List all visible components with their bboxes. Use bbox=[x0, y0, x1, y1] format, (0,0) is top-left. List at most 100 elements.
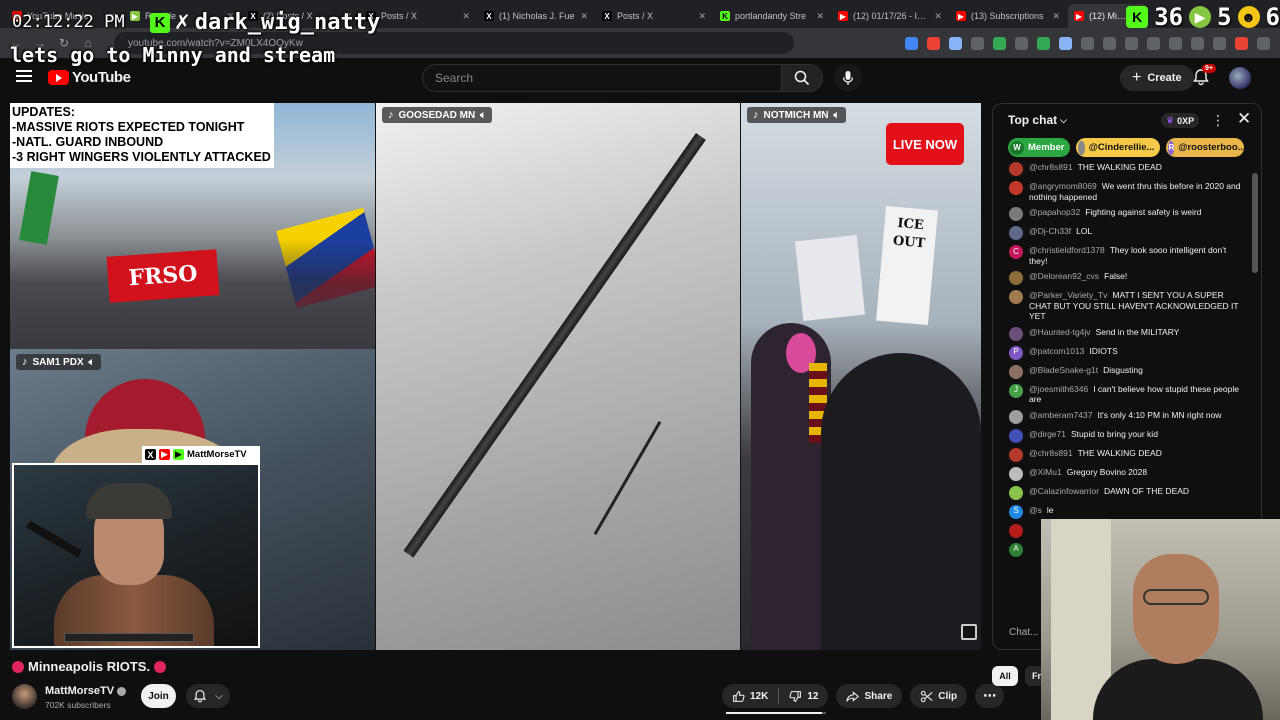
kebab-menu-icon[interactable] bbox=[1257, 36, 1270, 50]
extension-icon[interactable] bbox=[1169, 36, 1182, 50]
chat-username[interactable]: @Dj-Ch33f bbox=[1029, 226, 1071, 236]
chip-all[interactable]: All bbox=[992, 666, 1018, 686]
chat-avatar[interactable] bbox=[1009, 409, 1023, 424]
chat-message[interactable]: @Haunted-tg4jv Send in the MILITARY bbox=[993, 326, 1251, 341]
search-input[interactable] bbox=[435, 71, 781, 85]
chat-message[interactable]: @amberam7437 It's only 4:10 PM in MN righ… bbox=[993, 409, 1251, 424]
extension-icon[interactable] bbox=[949, 36, 962, 50]
chat-avatar[interactable] bbox=[1009, 271, 1023, 285]
chat-username[interactable]: @dirge71 bbox=[1029, 429, 1066, 439]
voice-search-button[interactable] bbox=[834, 64, 862, 92]
chat-username[interactable]: @Haunted-tg4jv bbox=[1029, 327, 1091, 337]
chat-avatar[interactable]: P bbox=[1009, 345, 1023, 360]
notifications-button[interactable]: 9+ bbox=[1192, 64, 1216, 88]
profile-icon[interactable] bbox=[1235, 36, 1248, 50]
search-button[interactable] bbox=[781, 64, 823, 92]
chat-avatar[interactable] bbox=[1009, 181, 1023, 195]
share-button[interactable]: Share bbox=[836, 684, 903, 708]
youtube-logo[interactable]: YouTube bbox=[48, 69, 131, 86]
like-button[interactable]: 12K bbox=[722, 690, 778, 703]
search-box[interactable] bbox=[422, 64, 782, 92]
browser-tab[interactable]: X Posts / X ✕ bbox=[596, 4, 712, 28]
fullscreen-icon[interactable] bbox=[961, 624, 977, 640]
browser-tab[interactable]: ▶ (13) Subscriptions ✕ bbox=[950, 4, 1066, 28]
close-tab-icon[interactable]: ✕ bbox=[580, 11, 588, 22]
chat-username[interactable]: @chr8s891 bbox=[1029, 448, 1073, 458]
chat-username[interactable]: @Calazinfowarrior bbox=[1029, 486, 1099, 496]
chat-avatar[interactable]: A bbox=[1009, 542, 1023, 557]
chat-avatar[interactable] bbox=[1009, 290, 1023, 304]
chat-message[interactable]: C @christieldford1378 They look sooo intel… bbox=[993, 245, 1251, 266]
chat-message[interactable]: @dirge71 Stupid to bring your kid bbox=[993, 428, 1251, 443]
channel-avatar[interactable] bbox=[12, 684, 37, 709]
more-actions-icon[interactable]: ⋯ bbox=[975, 684, 1005, 708]
chat-avatar[interactable]: C bbox=[1009, 245, 1023, 259]
chat-message[interactable]: @Delorean92_cvs False! bbox=[993, 271, 1251, 285]
extension-icon[interactable] bbox=[1213, 36, 1226, 50]
subscription-bell-button[interactable]: ⌵ bbox=[186, 684, 230, 708]
hamburger-menu-icon[interactable] bbox=[16, 70, 32, 82]
close-tab-icon[interactable]: ✕ bbox=[816, 11, 824, 22]
chat-message[interactable]: @Parker_Variety_Tv MATT I SENT YOU A SUPE… bbox=[993, 290, 1251, 322]
extension-icon[interactable] bbox=[993, 36, 1006, 50]
channel-name[interactable]: MattMorseTV bbox=[45, 685, 127, 697]
xp-badge[interactable]: ♛ 0XP bbox=[1161, 113, 1200, 128]
create-button[interactable]: + Create bbox=[1120, 65, 1194, 91]
chat-message[interactable]: @BladeSnake-g1t Disgusting bbox=[993, 364, 1251, 379]
chat-username[interactable]: @joesmith6346 bbox=[1029, 384, 1088, 394]
extension-icon[interactable] bbox=[1103, 36, 1116, 50]
chat-avatar[interactable] bbox=[1009, 226, 1023, 240]
chat-avatar[interactable] bbox=[1009, 162, 1023, 176]
dislike-button[interactable]: 12 bbox=[779, 690, 828, 703]
chat-message[interactable]: @angrymom8069 We went thru this before in… bbox=[993, 181, 1251, 202]
chat-avatar[interactable]: S bbox=[1009, 504, 1023, 519]
browser-tab[interactable]: ▶ (12) 01/17/26 - ICE ✕ bbox=[832, 4, 948, 28]
chat-more-icon[interactable]: ⋮ bbox=[1211, 112, 1225, 129]
chat-username[interactable]: @chr8s891 bbox=[1029, 162, 1073, 172]
close-chat-icon[interactable]: ✕ bbox=[1237, 109, 1251, 129]
chat-message[interactable]: @papahop32 Fighting against safety is wei… bbox=[993, 207, 1251, 221]
member-pill[interactable]: W Member bbox=[1008, 138, 1071, 157]
extension-icon[interactable] bbox=[1125, 36, 1138, 50]
chat-avatar[interactable] bbox=[1009, 447, 1023, 462]
chat-username[interactable]: @s bbox=[1029, 505, 1042, 515]
close-tab-icon[interactable]: ✕ bbox=[698, 11, 706, 22]
join-button[interactable]: Join bbox=[141, 684, 176, 708]
extension-icon[interactable] bbox=[1191, 36, 1204, 50]
close-tab-icon[interactable]: ✕ bbox=[462, 11, 470, 22]
chat-avatar[interactable] bbox=[1009, 207, 1023, 221]
chat-message[interactable]: @chr8s891 THE WALKING DEAD bbox=[993, 162, 1251, 176]
chat-avatar[interactable] bbox=[1009, 364, 1023, 379]
chat-avatar[interactable] bbox=[1009, 485, 1023, 500]
video-player[interactable]: FRSO UPDATES: -MASSIVE RIOTS EXPECTED TO… bbox=[10, 103, 981, 650]
chat-username[interactable]: @christieldford1378 bbox=[1029, 245, 1105, 255]
chat-avatar[interactable] bbox=[1009, 523, 1023, 538]
chat-username[interactable]: @BladeSnake-g1t bbox=[1029, 365, 1098, 375]
extension-icon[interactable] bbox=[1081, 36, 1094, 50]
extension-icon[interactable] bbox=[1147, 36, 1160, 50]
extension-icon[interactable] bbox=[1037, 36, 1050, 50]
chat-username[interactable]: @Delorean92_cvs bbox=[1029, 271, 1099, 281]
extension-icon[interactable] bbox=[1059, 36, 1072, 50]
chat-username[interactable]: @XiMu1 bbox=[1029, 467, 1062, 477]
chat-message[interactable]: P @patcom1013 IDIOTS bbox=[993, 345, 1251, 360]
browser-tab[interactable]: X (1) Nicholas J. Fue ✕ bbox=[478, 4, 594, 28]
chat-message[interactable]: J @joesmith6346 I can't believe how stupid… bbox=[993, 383, 1251, 405]
chat-avatar[interactable]: J bbox=[1009, 383, 1023, 398]
chat-avatar[interactable] bbox=[1009, 466, 1023, 481]
chat-avatar[interactable] bbox=[1009, 326, 1023, 341]
clip-button[interactable]: Clip bbox=[910, 684, 968, 708]
user-pill[interactable]: @Cinderellie... bbox=[1076, 138, 1161, 157]
chat-username[interactable]: @patcom1013 bbox=[1029, 346, 1084, 356]
chat-message[interactable]: @chr8s891 THE WALKING DEAD bbox=[993, 447, 1251, 462]
account-avatar[interactable] bbox=[1229, 67, 1251, 89]
extension-icon[interactable] bbox=[971, 36, 984, 50]
close-tab-icon[interactable]: ✕ bbox=[1052, 11, 1060, 22]
browser-tab[interactable]: Kportlandandy Stre ✕ bbox=[714, 4, 830, 28]
chat-message[interactable]: @Calazinfowarrior DAWN OF THE DEAD bbox=[993, 485, 1251, 500]
chat-message[interactable]: @XiMu1 Gregory Bovino 2028 bbox=[993, 466, 1251, 481]
chat-username[interactable]: @papahop32 bbox=[1029, 207, 1080, 217]
chat-message[interactable]: @Dj-Ch33f LOL bbox=[993, 226, 1251, 240]
chat-username[interactable]: @angrymom8069 bbox=[1029, 181, 1097, 191]
chat-avatar[interactable] bbox=[1009, 428, 1023, 443]
